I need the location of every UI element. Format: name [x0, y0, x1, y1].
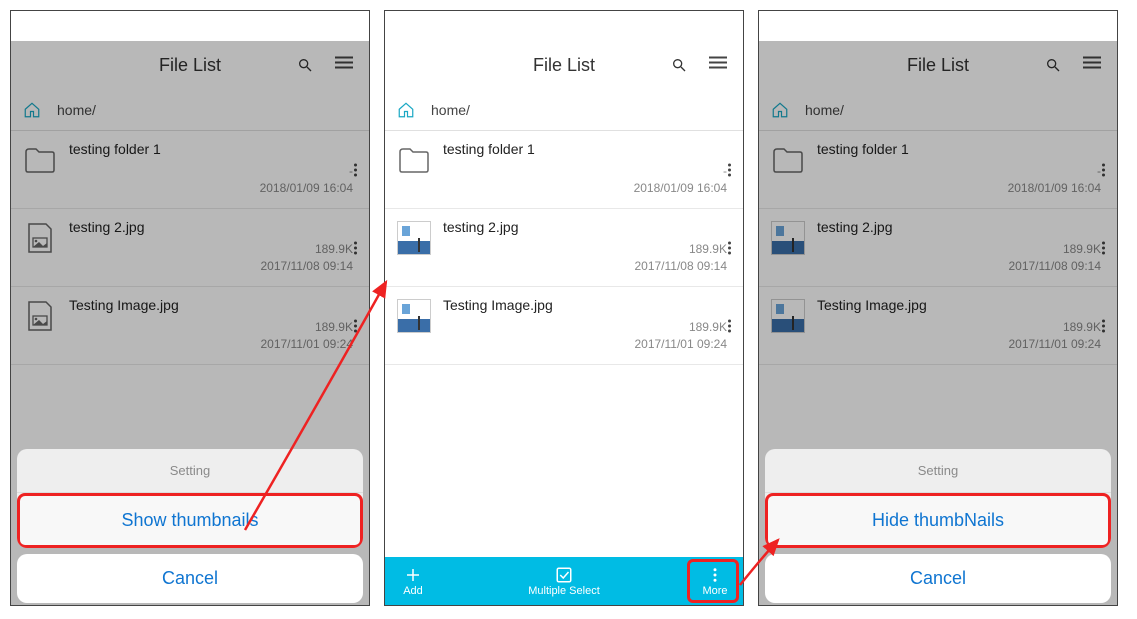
add-label: Add: [403, 585, 423, 597]
status-bar: [759, 11, 1117, 41]
add-button[interactable]: Add: [385, 557, 441, 605]
show-thumbnails-button[interactable]: Show thumbnails: [17, 493, 363, 548]
multiple-select-button[interactable]: Multiple Select: [441, 557, 687, 605]
action-sheet: Setting Hide thumbNails Cancel: [759, 449, 1117, 605]
breadcrumb-path: home/: [431, 102, 470, 118]
breadcrumb[interactable]: home/: [385, 89, 743, 131]
list-item[interactable]: testing folder 1 - 2018/01/09 16:04: [385, 131, 743, 209]
file-size: -: [723, 163, 727, 180]
status-bar: [385, 11, 743, 41]
item-more-icon[interactable]: [728, 319, 731, 332]
file-date: 2017/11/08 09:14: [634, 258, 727, 275]
sheet-heading: Setting: [17, 449, 363, 493]
list-item[interactable]: testing 2.jpg 189.9K 2017/11/08 09:14: [385, 209, 743, 287]
screen-thumbnails-enabled: File List home/ testing folder 1 - 2018/…: [384, 10, 744, 606]
file-date: 2017/11/01 09:24: [634, 336, 727, 353]
screen-show-thumbnails: File List home/ testing folder 1 - 2018/…: [10, 10, 370, 606]
cancel-button[interactable]: Cancel: [17, 554, 363, 603]
list-item[interactable]: Testing Image.jpg 189.9K 2017/11/01 09:2…: [385, 287, 743, 365]
checkbox-icon: [555, 566, 573, 584]
cancel-button[interactable]: Cancel: [765, 554, 1111, 603]
multi-label: Multiple Select: [528, 585, 600, 597]
thumbnail-icon: [397, 221, 431, 255]
hamburger-icon[interactable]: [709, 54, 727, 77]
action-sheet: Setting Show thumbnails Cancel: [11, 449, 369, 605]
screen-hide-thumbnails: File List home/ testing folder 1 - 2018/…: [758, 10, 1118, 606]
file-size: 189.9K: [689, 319, 727, 336]
status-bar: [11, 11, 369, 41]
hide-thumbnails-button[interactable]: Hide thumbNails: [765, 493, 1111, 548]
highlight-more-button: [687, 559, 739, 603]
search-icon[interactable]: [671, 57, 687, 73]
file-date: 2018/01/09 16:04: [634, 180, 727, 197]
file-name: testing 2.jpg: [443, 219, 727, 235]
app-header: File List: [385, 41, 743, 89]
page-title: File List: [533, 55, 595, 76]
plus-icon: [404, 566, 422, 584]
item-more-icon[interactable]: [728, 163, 731, 176]
item-more-icon[interactable]: [728, 241, 731, 254]
home-icon: [397, 101, 415, 119]
thumbnail-icon: [397, 299, 431, 333]
file-name: Testing Image.jpg: [443, 297, 727, 313]
file-name: testing folder 1: [443, 141, 727, 157]
file-size: 189.9K: [689, 241, 727, 258]
folder-icon: [397, 143, 431, 177]
sheet-heading: Setting: [765, 449, 1111, 493]
